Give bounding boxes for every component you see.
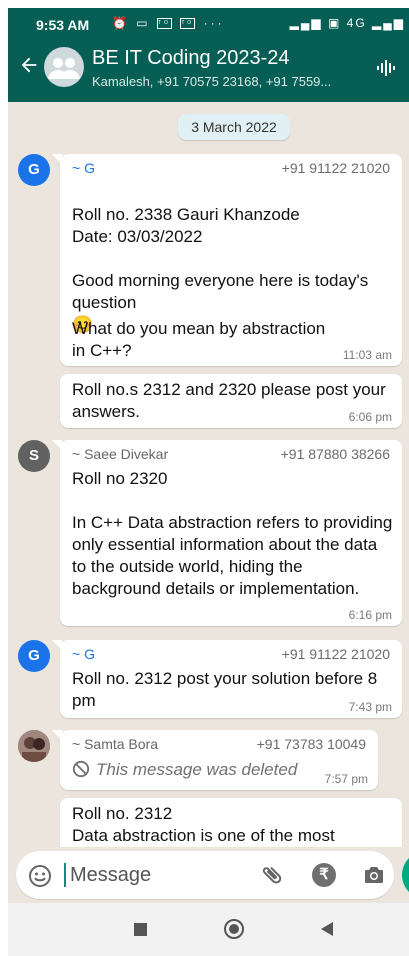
message-bubble[interactable]: ~ G +91 91122 21020 Roll no. 2312 post y…	[52, 640, 402, 718]
app-notification-icon: TOI	[180, 18, 196, 30]
status-notification-icons: ⏰ ▭ TOI TOI ···	[112, 16, 225, 30]
sender-avatar[interactable]: G	[18, 640, 50, 672]
message-bubble[interactable]: ~ Samta Bora +91 73783 10049 This messag…	[52, 730, 378, 790]
status-bar: 9:53 AM ⏰ ▭ TOI TOI ··· ▂▄▆ ▣ 4G ▂▄▆	[8, 8, 409, 40]
sender-avatar[interactable]: S	[18, 440, 50, 472]
app-frame: 9:53 AM ⏰ ▭ TOI TOI ··· ▂▄▆ ▣ 4G ▂▄▆ BE …	[8, 8, 409, 956]
profile-photo-icon	[18, 730, 50, 762]
group-avatar[interactable]	[44, 47, 84, 87]
message-text: What do you mean by abstraction in C++?	[72, 319, 326, 360]
sender-phone: +91 91122 21020	[281, 646, 390, 662]
message-time: 6:06 pm	[348, 410, 392, 424]
message-text: Roll no.s 2312 and 2320 please post your…	[72, 380, 386, 421]
deleted-text: This message was deleted	[96, 760, 298, 779]
status-system-icons: ▂▄▆ ▣ 4G ▂▄▆	[290, 16, 405, 30]
message-list[interactable]: 3 March 2022 G ~ G +91 91122 21020 Roll …	[8, 102, 409, 847]
message-input-container[interactable]: ₹	[16, 851, 394, 899]
sender-phone: +91 73783 10049	[256, 736, 366, 752]
sender-avatar[interactable]: G	[18, 154, 50, 186]
block-icon	[72, 760, 90, 778]
more-notifications-icon: ···	[203, 16, 225, 30]
message-bubble[interactable]: ~ Saee Divekar +91 87880 38266 Roll no 2…	[52, 440, 402, 626]
group-icon	[48, 58, 80, 79]
message-text: Roll no. 2338 Gauri Khanzode Date: 03/03…	[72, 205, 369, 312]
back-button[interactable]	[321, 922, 333, 936]
message-text: Roll no. 2312 Data abstraction is one of…	[72, 804, 335, 845]
mic-button[interactable]	[402, 851, 409, 899]
sender-avatar[interactable]	[18, 730, 50, 762]
signal-icon: ▂▄▆	[289, 16, 323, 30]
sender-name[interactable]: ~ Saee Divekar	[72, 446, 168, 462]
text-cursor	[64, 863, 66, 887]
attach-icon[interactable]	[260, 863, 284, 887]
signal-icon: ▂▄▆	[372, 16, 405, 30]
sender-name[interactable]: ~ G	[72, 646, 95, 662]
volte-icon: ▣	[327, 16, 342, 30]
message-time: 6:16 pm	[348, 608, 392, 622]
deleted-message: This message was deleted	[72, 760, 297, 780]
chat-members[interactable]: Kamalesh, +91 70575 23168, +91 7559...	[92, 74, 372, 89]
network-type: 4G	[346, 16, 367, 30]
home-button[interactable]	[224, 919, 244, 939]
date-divider: 3 March 2022	[178, 114, 290, 140]
camera-icon[interactable]	[362, 863, 386, 887]
message-bubble[interactable]: ~ G +91 91122 21020 Roll no. 2338 Gauri …	[52, 154, 402, 366]
rupee-payment-icon[interactable]: ₹	[312, 863, 336, 887]
sender-name[interactable]: ~ Samta Bora	[72, 736, 158, 752]
message-bubble[interactable]: Roll no.s 2312 and 2320 please post your…	[60, 374, 402, 428]
sender-phone: +91 87880 38266	[280, 446, 390, 462]
status-time: 9:53 AM	[36, 17, 90, 33]
message-text: Roll no 2320 In C++ Data abstraction ref…	[72, 469, 393, 598]
app-notification-icon: TOI	[156, 18, 172, 30]
message-time: 7:43 pm	[348, 700, 392, 714]
alarm-icon: ⏰	[112, 16, 130, 30]
system-nav-bar	[8, 903, 409, 956]
voice-chat-icon[interactable]	[375, 58, 395, 78]
sender-phone: +91 91122 21020	[281, 160, 390, 176]
recent-apps-button[interactable]	[134, 923, 147, 936]
message-text: Roll no. 2312 post your solution before …	[72, 669, 378, 710]
message-text-block: Roll no. 2338 Gauri Khanzode Date: 03/03…	[72, 182, 394, 336]
message-bubble[interactable]: Roll no. 2312 Data abstraction is one of…	[60, 798, 402, 847]
back-arrow-icon[interactable]	[18, 54, 40, 76]
chat-header: 9:53 AM ⏰ ▭ TOI TOI ··· ▂▄▆ ▣ 4G ▂▄▆ BE …	[8, 8, 409, 102]
chat-toolbar: BE IT Coding 2023-24 Kamalesh, +91 70575…	[8, 40, 409, 102]
compose-bar: ₹	[8, 847, 409, 903]
message-input[interactable]	[70, 859, 250, 891]
message-time: 11:03 am	[342, 348, 392, 362]
chat-title[interactable]: BE IT Coding 2023-24	[92, 47, 290, 70]
emoji-icon[interactable]	[28, 864, 52, 888]
message-time: 7:57 pm	[324, 772, 368, 786]
cast-icon: ▭	[136, 16, 151, 30]
sender-name[interactable]: ~ G	[72, 160, 95, 176]
